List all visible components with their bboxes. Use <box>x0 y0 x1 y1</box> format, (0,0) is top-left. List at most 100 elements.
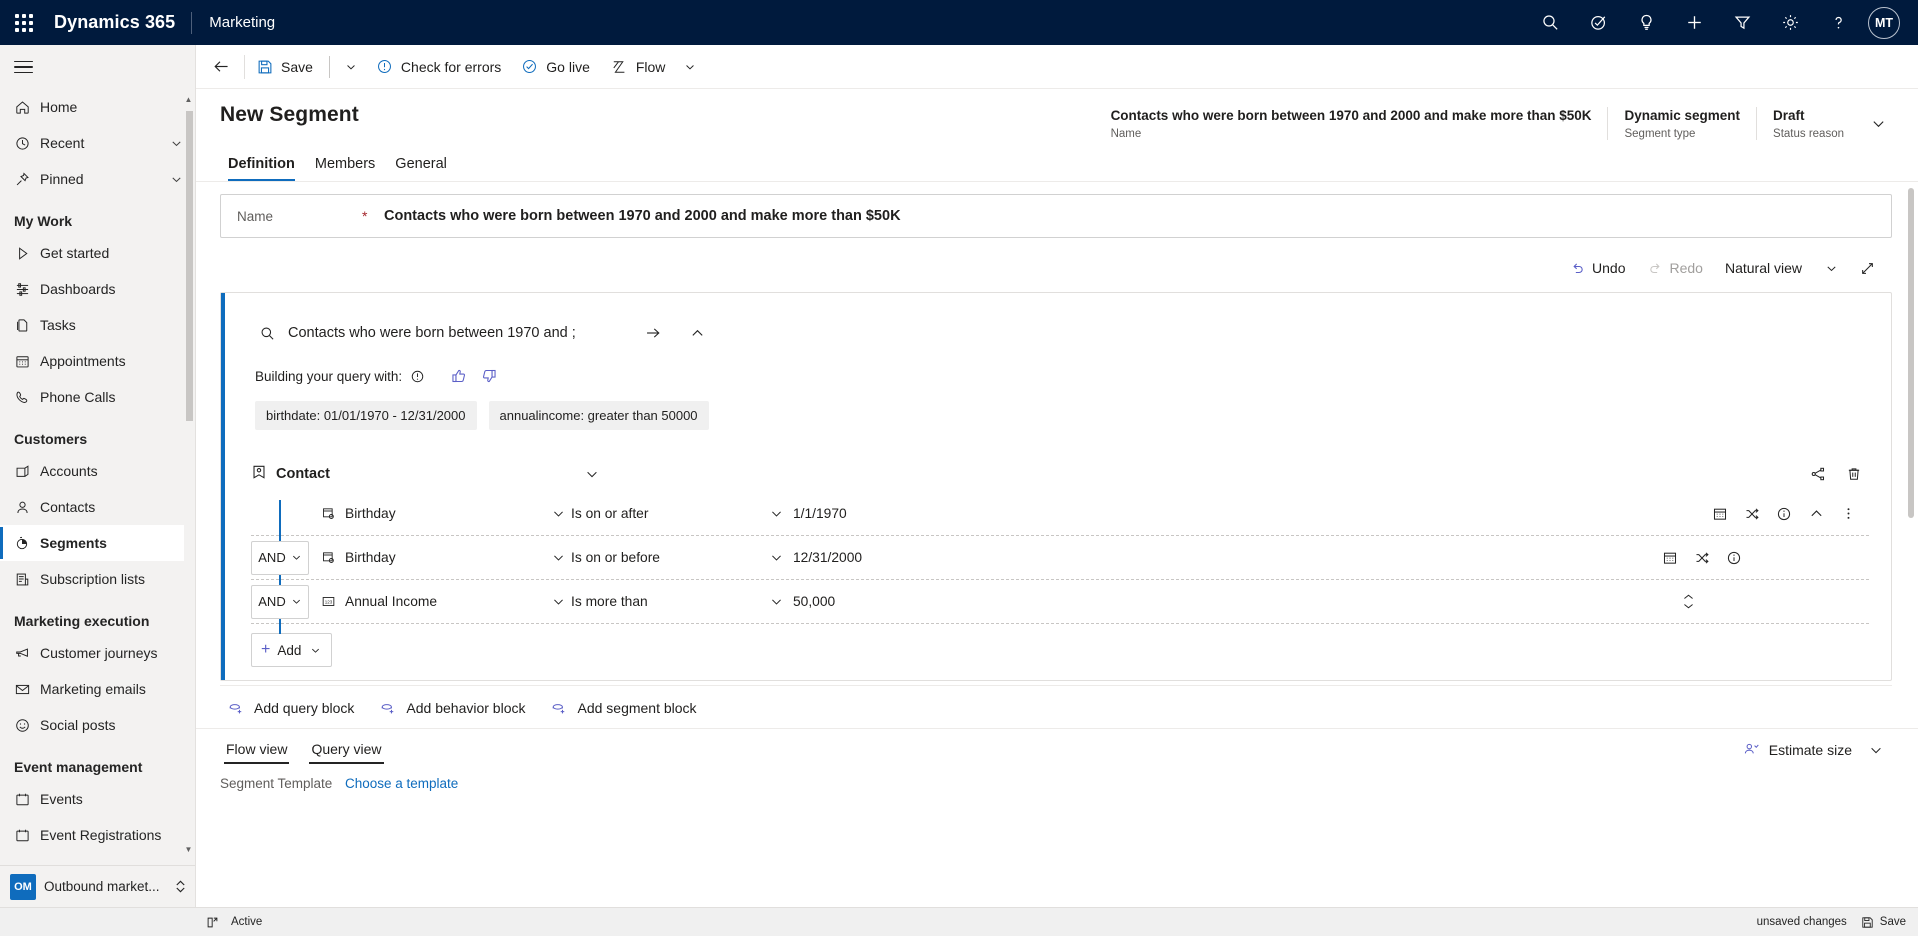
save-dropdown-icon[interactable] <box>336 49 366 85</box>
info-icon[interactable] <box>1769 499 1799 529</box>
add-behavior-block-button[interactable]: Add behavior block <box>380 700 525 716</box>
chevron-down-icon[interactable] <box>552 507 571 520</box>
sidebar-item-event-registrations[interactable]: Event Registrations <box>0 817 195 853</box>
thumbs-up-icon[interactable] <box>444 363 474 389</box>
app-name-label[interactable]: Marketing <box>192 14 275 31</box>
condition-field[interactable]: 123 Annual Income <box>309 594 571 609</box>
condition-operator[interactable]: Is on or after <box>571 506 789 521</box>
condition-value[interactable]: 1/1/1970 <box>789 506 1705 521</box>
chevron-updown-icon[interactable] <box>174 879 187 894</box>
more-options-icon[interactable] <box>1833 499 1863 529</box>
sidebar-item-customer-journeys[interactable]: Customer journeys <box>0 635 195 671</box>
undo-button[interactable]: Undo <box>1560 254 1635 282</box>
name-input[interactable]: Contacts who were born between 1970 and … <box>384 208 901 224</box>
shuffle-icon[interactable] <box>1687 543 1717 573</box>
gear-icon[interactable] <box>1766 0 1814 45</box>
natural-language-query-input[interactable] <box>286 324 626 342</box>
view-mode-selector[interactable]: Natural view <box>1715 254 1812 282</box>
sidebar-item-recent[interactable]: Recent <box>0 125 195 161</box>
collapse-query-icon[interactable] <box>680 317 714 349</box>
filter-icon[interactable] <box>1718 0 1766 45</box>
sidebar-scrollbar[interactable] <box>184 89 195 859</box>
sidebar-item-phone-calls[interactable]: Phone Calls <box>0 379 195 415</box>
chevron-down-icon[interactable] <box>770 551 789 564</box>
sidebar-item-accounts[interactable]: Accounts <box>0 453 195 489</box>
tab-flow-view[interactable]: Flow view <box>220 733 293 766</box>
area-switcher[interactable]: OM Outbound market... <box>0 865 195 907</box>
sidebar-toggle-icon[interactable] <box>0 45 195 89</box>
chevron-down-icon[interactable] <box>770 507 789 520</box>
sidebar-item-subscription-lists[interactable]: Subscription lists <box>0 561 195 597</box>
tab-query-view[interactable]: Query view <box>305 733 387 766</box>
number-spinner-icon[interactable] <box>1682 593 1701 610</box>
info-icon[interactable] <box>1719 543 1749 573</box>
run-query-icon[interactable] <box>636 317 670 349</box>
sidebar-item-home[interactable]: Home <box>0 89 195 125</box>
sidebar-item-social-posts[interactable]: Social posts <box>0 707 195 743</box>
query-chip[interactable]: birthdate: 01/01/1970 - 12/31/2000 <box>255 401 477 430</box>
condition-field[interactable]: Birthday <box>309 506 571 521</box>
condition-value[interactable]: 50,000 <box>789 594 1682 609</box>
flow-dropdown-icon[interactable] <box>675 49 705 85</box>
avatar[interactable]: MT <box>1868 6 1900 39</box>
delete-icon[interactable] <box>1839 459 1869 489</box>
sidebar-item-pinned[interactable]: Pinned <box>0 161 195 197</box>
sidebar-scroll-down-icon[interactable]: ▼ <box>183 843 194 855</box>
sidebar-item-get-started[interactable]: Get started <box>0 235 195 271</box>
sidebar-item-marketing-emails[interactable]: Marketing emails <box>0 671 195 707</box>
go-live-button[interactable]: Go live <box>511 49 600 85</box>
help-icon[interactable] <box>1814 0 1862 45</box>
chevron-down-icon[interactable] <box>552 551 571 564</box>
tab-members[interactable]: Members <box>307 152 383 181</box>
sidebar-item-tasks[interactable]: Tasks <box>0 307 195 343</box>
estimate-size-button[interactable]: Estimate size <box>1735 735 1860 764</box>
calendar-icon[interactable] <box>1705 499 1735 529</box>
chevron-down-icon[interactable] <box>770 595 789 608</box>
logic-operator-and[interactable]: AND <box>251 540 309 575</box>
flow-button[interactable]: Flow <box>600 49 676 85</box>
logic-operator-and[interactable]: AND <box>251 584 309 619</box>
expand-icon[interactable] <box>1850 252 1884 284</box>
chevron-up-icon[interactable] <box>1801 499 1831 529</box>
popout-icon[interactable] <box>206 916 219 929</box>
shuffle-icon[interactable] <box>1737 499 1767 529</box>
content-scrollbar-thumb[interactable] <box>1908 188 1914 518</box>
header-expand-icon[interactable] <box>1860 107 1896 139</box>
app-launcher-icon[interactable] <box>0 0 48 45</box>
content-scrollbar[interactable] <box>1906 182 1916 907</box>
entity-dropdown-icon[interactable] <box>572 467 612 481</box>
tab-general[interactable]: General <box>387 152 455 181</box>
add-segment-block-button[interactable]: Add segment block <box>551 700 697 716</box>
search-icon[interactable] <box>1526 0 1574 45</box>
chevron-down-icon[interactable] <box>552 595 571 608</box>
sidebar-item-contacts[interactable]: Contacts <box>0 489 195 525</box>
sidebar-item-appointments[interactable]: Appointments <box>0 343 195 379</box>
thumbs-down-icon[interactable] <box>474 363 504 389</box>
sidebar-scrollbar-thumb[interactable] <box>186 111 193 421</box>
condition-field[interactable]: Birthday <box>309 550 571 565</box>
save-button[interactable]: Save <box>247 49 323 85</box>
lightbulb-icon[interactable] <box>1622 0 1670 45</box>
condition-operator[interactable]: Is on or before <box>571 550 789 565</box>
sidebar-item-dashboards[interactable]: Dashboards <box>0 271 195 307</box>
add-icon[interactable] <box>1670 0 1718 45</box>
share-icon[interactable] <box>1803 459 1833 489</box>
diagnostics-icon[interactable] <box>1574 0 1622 45</box>
condition-value[interactable]: 12/31/2000 <box>789 550 1655 565</box>
sidebar-item-segments[interactable]: Segments <box>0 525 195 561</box>
add-condition-button[interactable]: + Add <box>251 633 333 667</box>
query-chip[interactable]: annualincome: greater than 50000 <box>488 401 709 430</box>
view-mode-dropdown-icon[interactable] <box>1814 252 1848 284</box>
check-for-errors-button[interactable]: Check for errors <box>366 49 511 85</box>
choose-template-link[interactable]: Choose a template <box>345 776 458 791</box>
tab-definition[interactable]: Definition <box>220 152 303 181</box>
calendar-icon[interactable] <box>1655 543 1685 573</box>
query-block-entity[interactable]: Contact <box>251 464 330 484</box>
estimate-dropdown-icon[interactable] <box>1860 735 1892 765</box>
condition-operator[interactable]: Is more than <box>571 594 789 609</box>
brand-title[interactable]: Dynamics 365 <box>48 12 191 33</box>
back-button[interactable] <box>200 46 242 88</box>
add-query-block-button[interactable]: Add query block <box>228 700 354 716</box>
footer-save-button[interactable]: Save <box>1861 916 1906 929</box>
info-icon[interactable] <box>402 363 432 389</box>
